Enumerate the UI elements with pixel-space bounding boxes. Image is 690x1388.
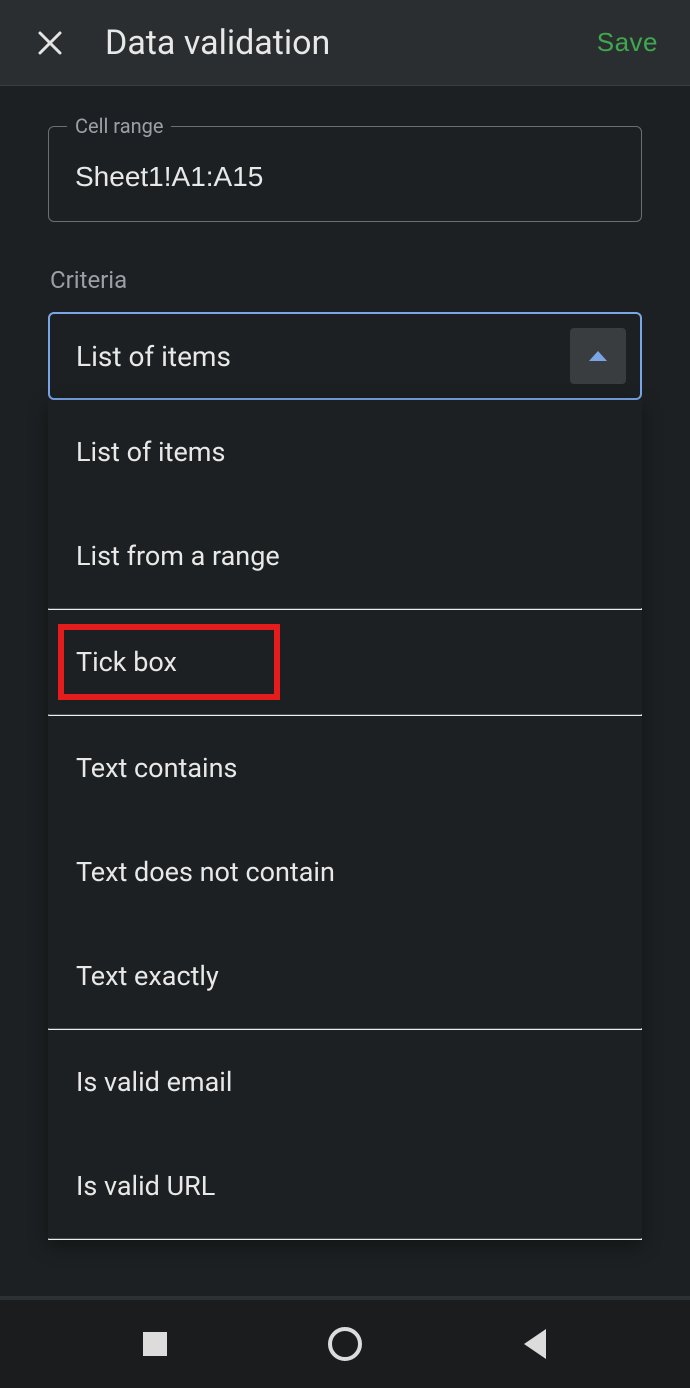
cell-range-label: Cell range (67, 114, 171, 138)
data-validation-screen: Data validation Save Cell range Criteria… (0, 0, 690, 1388)
criteria-option-text-contains[interactable]: Text contains (48, 716, 642, 820)
criteria-option-tick-box[interactable]: Tick box (48, 610, 642, 714)
option-label: Is valid URL (76, 1170, 215, 1202)
cell-range-field[interactable]: Cell range (48, 126, 642, 222)
system-navigation-bar (0, 1296, 690, 1388)
criteria-label: Criteria (50, 266, 642, 294)
save-button[interactable]: Save (585, 19, 670, 66)
criteria-option-list-of-items[interactable]: List of items (48, 400, 642, 504)
option-label: Text does not contain (76, 856, 335, 888)
criteria-option-valid-url[interactable]: Is valid URL (48, 1134, 642, 1238)
option-label: List of items (76, 436, 225, 468)
criteria-select[interactable]: List of items (48, 312, 642, 400)
cell-range-input[interactable] (75, 161, 615, 193)
close-icon[interactable] (30, 23, 70, 63)
back-triangle-icon (524, 1329, 546, 1359)
option-label: Tick box (76, 646, 177, 678)
option-label: Is valid email (76, 1066, 232, 1098)
option-label: List from a range (76, 540, 280, 572)
chevron-up-icon (589, 351, 607, 361)
criteria-option-text-exactly[interactable]: Text exactly (48, 924, 642, 1028)
dropdown-toggle[interactable] (570, 328, 626, 384)
criteria-selected-value: List of items (76, 340, 231, 373)
criteria-option-valid-email[interactable]: Is valid email (48, 1030, 642, 1134)
home-button[interactable] (323, 1322, 367, 1366)
content-area: Cell range Criteria List of items List o… (0, 86, 690, 1296)
option-label: Text contains (76, 752, 237, 784)
divider (48, 1238, 642, 1240)
back-button[interactable] (513, 1322, 557, 1366)
option-label: Text exactly (76, 960, 219, 992)
overview-button[interactable] (133, 1322, 177, 1366)
criteria-option-text-does-not-contain[interactable]: Text does not contain (48, 820, 642, 924)
criteria-dropdown: List of items List from a range Tick box… (48, 400, 642, 1240)
square-icon (143, 1332, 167, 1356)
circle-icon (328, 1327, 362, 1361)
page-title: Data validation (105, 23, 585, 63)
header-bar: Data validation Save (0, 0, 690, 86)
criteria-option-list-from-range[interactable]: List from a range (48, 504, 642, 608)
